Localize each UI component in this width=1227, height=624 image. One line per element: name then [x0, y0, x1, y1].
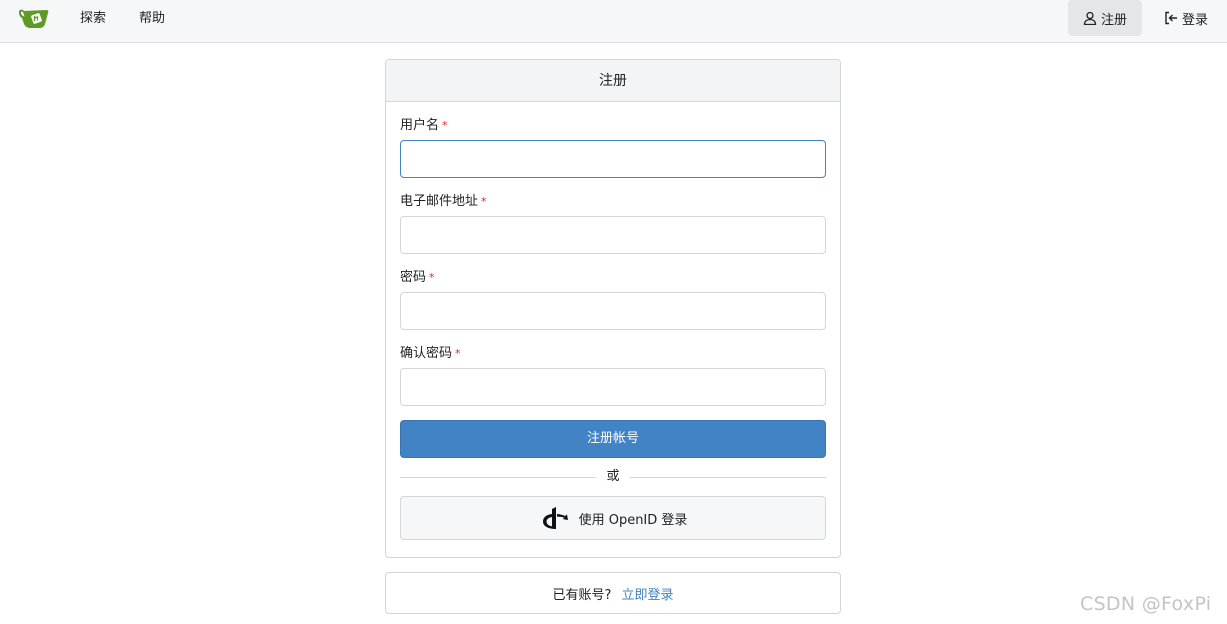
nav-help-link[interactable]: 帮助: [139, 10, 165, 28]
or-divider: 或: [400, 468, 826, 486]
top-navbar: 探索 帮助 注册 登录: [0, 0, 1227, 43]
form-title: 注册: [386, 60, 840, 102]
required-mark: *: [442, 119, 448, 132]
required-mark: *: [429, 271, 435, 284]
nav-login-label: 登录: [1181, 12, 1208, 28]
sign-in-icon: [1164, 11, 1178, 25]
openid-login-button[interactable]: 使用 OpenID 登录: [400, 496, 826, 540]
divider-line-right: [630, 477, 826, 478]
password-label: 密码 *: [400, 270, 435, 286]
email-label: 电子邮件地址 *: [400, 194, 487, 210]
password-input[interactable]: [400, 292, 826, 330]
nav-register-label: 注册: [1100, 12, 1127, 28]
email-label-text: 电子邮件地址: [400, 194, 479, 209]
gitea-logo-icon[interactable]: [18, 7, 50, 29]
nav-login-button[interactable]: 登录: [1156, 0, 1216, 36]
existing-account-card: 已有账号? 立即登录: [385, 572, 841, 614]
username-input[interactable]: [400, 140, 826, 178]
confirm-password-input[interactable]: [400, 368, 826, 406]
password-label-text: 密码: [400, 270, 427, 285]
openid-login-label: 使用 OpenID 登录: [578, 512, 688, 528]
username-label: 用户名 *: [400, 118, 448, 134]
login-now-link[interactable]: 立即登录: [621, 584, 673, 603]
required-mark: *: [481, 195, 487, 208]
register-form-card: 注册 用户名 * 电子邮件地址 * 密码 * 确认密码 * 注册帐号 或 使用 Open…: [385, 59, 841, 558]
existing-account-prompt: 已有账号?: [552, 587, 612, 603]
email-input[interactable]: [400, 216, 826, 254]
required-mark: *: [455, 347, 461, 360]
person-icon: [1083, 11, 1097, 26]
nav-explore-link[interactable]: 探索: [80, 10, 106, 28]
nav-register-button[interactable]: 注册: [1068, 0, 1142, 36]
register-account-button[interactable]: 注册帐号: [400, 420, 826, 458]
watermark: CSDN @FoxPi: [1080, 593, 1212, 615]
openid-icon: [539, 506, 569, 530]
confirm-password-label-text: 确认密码: [400, 346, 453, 361]
username-label-text: 用户名: [400, 118, 440, 133]
confirm-password-label: 确认密码 *: [400, 346, 461, 362]
